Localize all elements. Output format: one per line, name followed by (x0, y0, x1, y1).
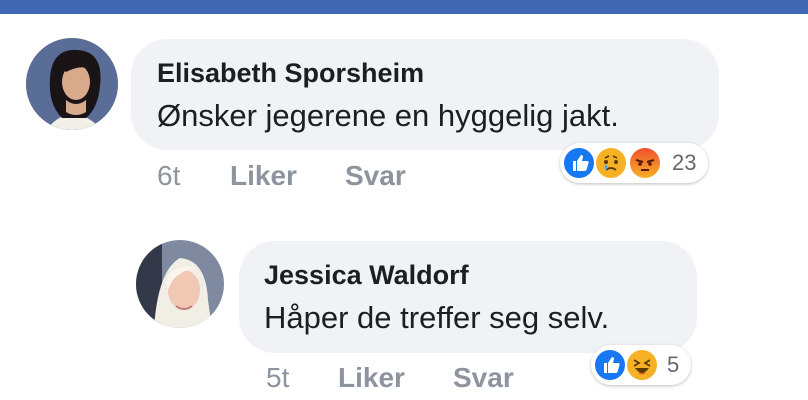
comment-text: Håper de treffer seg selv. (264, 300, 610, 335)
like-icon (593, 348, 627, 382)
like-button[interactable]: Liker (338, 362, 405, 394)
like-icon (562, 146, 596, 180)
comment-author[interactable]: Elisabeth Sporsheim (157, 58, 424, 89)
comment-time[interactable]: 6t (157, 160, 180, 192)
comment-bubble (239, 241, 697, 353)
reply-button[interactable]: Svar (453, 362, 514, 394)
header-bar (0, 0, 808, 14)
angry-icon (628, 146, 662, 180)
reaction-count: 23 (672, 150, 697, 175)
reply-button[interactable]: Svar (345, 160, 406, 192)
comment-text: Ønsker jegerene en hyggelig jakt. (157, 98, 619, 133)
haha-icon (625, 348, 659, 382)
reactions-summary[interactable]: 5 (591, 345, 691, 385)
comment-time[interactable]: 5t (266, 362, 289, 394)
comment-author[interactable]: Jessica Waldorf (264, 260, 469, 291)
like-button[interactable]: Liker (230, 160, 297, 192)
reactions-summary[interactable]: 23 (560, 143, 708, 183)
avatar[interactable] (136, 240, 224, 328)
sad-icon (594, 146, 628, 180)
reaction-count: 5 (667, 352, 680, 377)
avatar[interactable] (26, 38, 118, 130)
